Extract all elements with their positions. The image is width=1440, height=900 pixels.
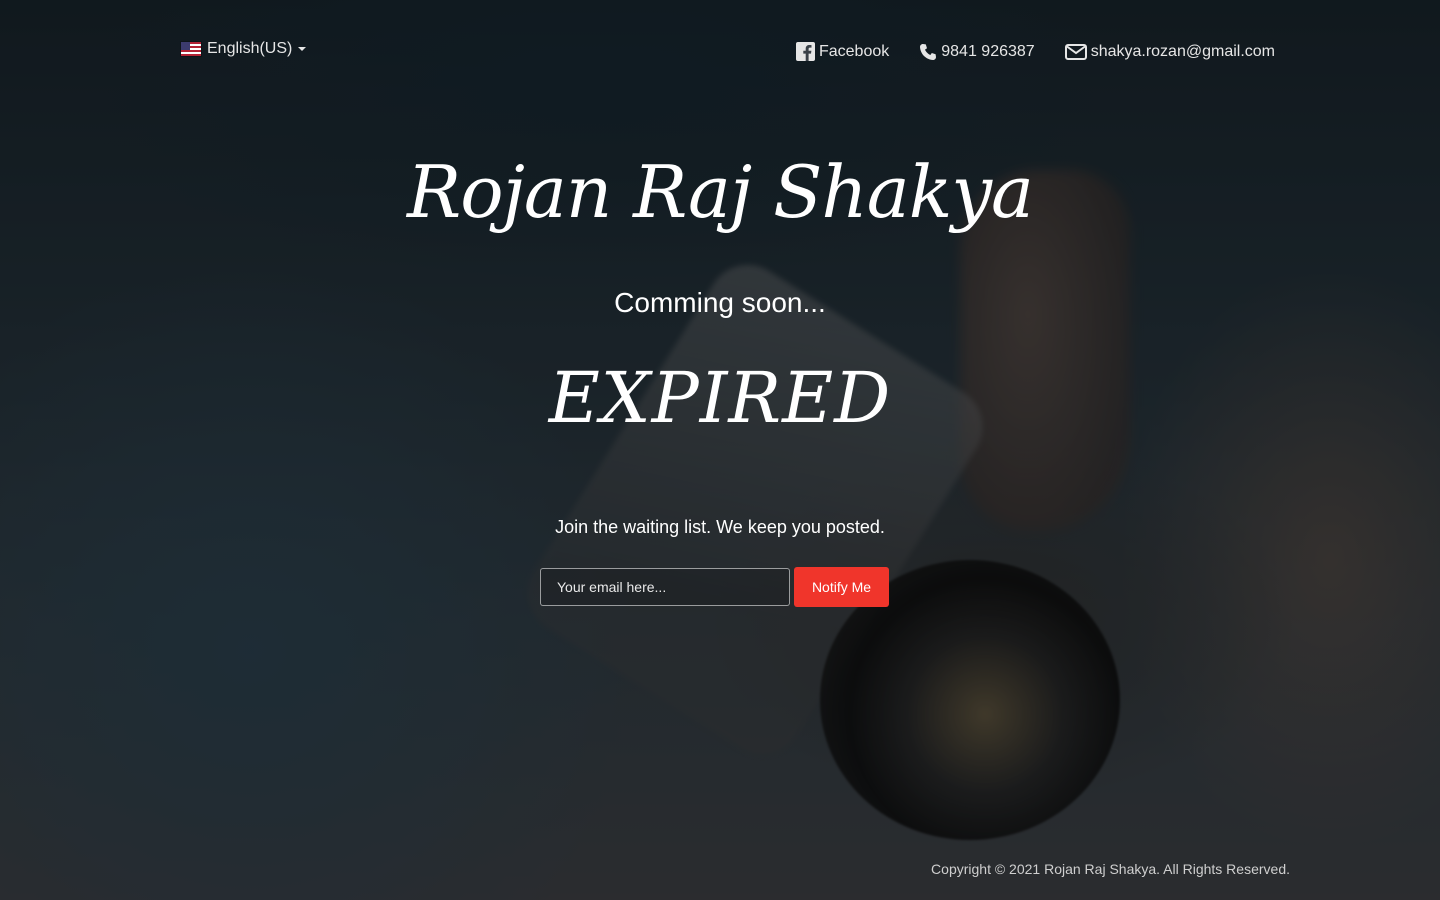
facebook-label: Facebook — [818, 42, 890, 60]
us-flag-icon — [181, 42, 201, 56]
countdown-status: EXPIRED — [548, 357, 892, 439]
background-dim-overlay — [0, 0, 1440, 900]
phone-icon — [919, 43, 937, 61]
email-link[interactable]: shakya.rozan@gmail.com — [1064, 42, 1275, 61]
envelope-icon — [1064, 43, 1087, 61]
waiting-list-text: Join the waiting list. We keep you poste… — [555, 517, 885, 537]
coming-soon-page: English(US) Facebook 9841 926387 shakya.… — [0, 0, 1440, 900]
phone-label: 9841 926387 — [941, 42, 1035, 60]
language-dropdown[interactable]: English(US) — [181, 40, 307, 58]
copyright-text: Copyright © 2021 Rojan Raj Shakya. All R… — [931, 861, 1290, 877]
facebook-link[interactable]: Facebook — [795, 42, 890, 61]
email-input[interactable] — [540, 568, 790, 606]
facebook-icon — [795, 42, 815, 61]
brand-title: Rojan Raj Shakya — [407, 150, 1034, 234]
coming-soon-tagline: Comming soon... — [614, 287, 826, 318]
phone-link[interactable]: 9841 926387 — [919, 42, 1035, 61]
notify-form: Notify Me — [540, 567, 889, 607]
contact-links: Facebook 9841 926387 shakya.rozan@gmail.… — [795, 42, 1275, 61]
caret-down-icon — [298, 47, 307, 51]
language-label: English(US) — [207, 40, 293, 57]
notify-me-button[interactable]: Notify Me — [794, 567, 889, 607]
email-label: shakya.rozan@gmail.com — [1090, 42, 1275, 60]
